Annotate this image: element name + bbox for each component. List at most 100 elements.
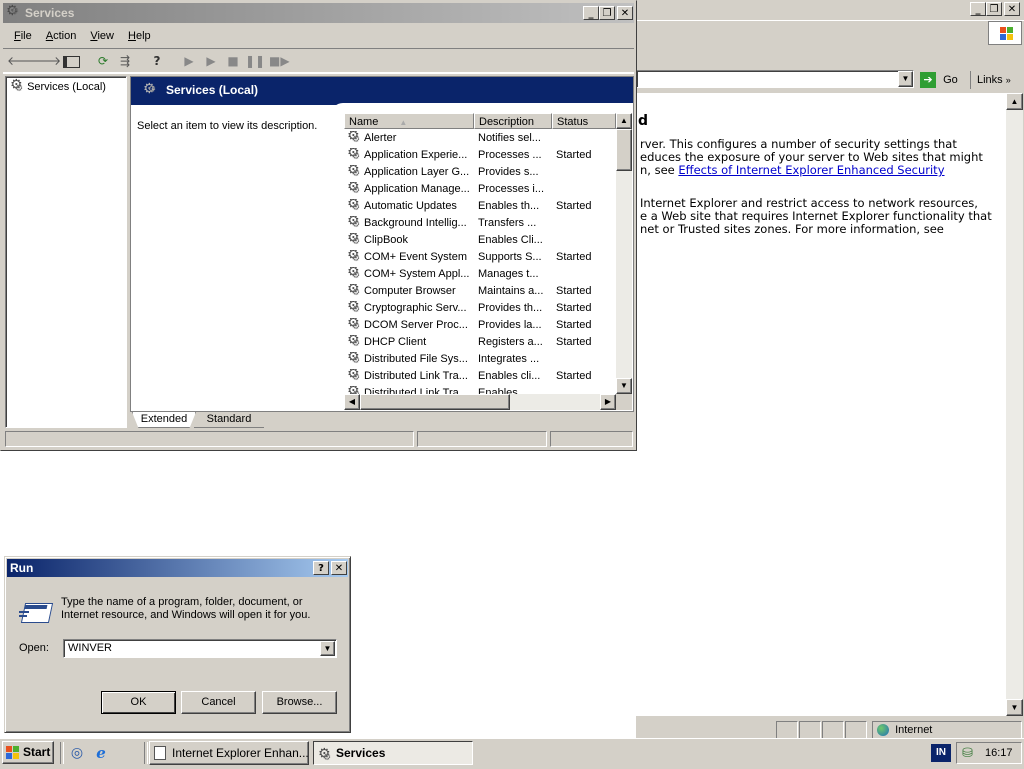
pause-service-icon[interactable]: ❚❚ xyxy=(245,51,265,71)
services-maximize-button[interactable]: ❐ xyxy=(599,6,615,20)
run-ok-button[interactable]: OK xyxy=(101,691,176,714)
list-hscroll-thumb[interactable] xyxy=(360,394,510,410)
service-row[interactable]: ClipBook Enables Cli... xyxy=(344,232,616,249)
list-scroll-up-icon[interactable]: ▲ xyxy=(616,113,632,129)
service-name: Application Experie... xyxy=(364,149,468,161)
service-row[interactable]: COM+ Event System Supports S... Started xyxy=(344,249,616,266)
service-row[interactable]: Background Intellig... Transfers ... xyxy=(344,215,616,232)
ie-links-button[interactable]: Links » xyxy=(970,71,1020,89)
ie-paragraph-2: Internet Explorer and restrict access to… xyxy=(640,196,992,236)
service-row[interactable]: Automatic Updates Enables th... Started xyxy=(344,198,616,215)
service-description: Enables cli... xyxy=(478,370,541,382)
forward-arrow-icon[interactable]: 🡒 xyxy=(29,51,61,71)
service-name: Distributed Link Tra... xyxy=(364,387,468,394)
run-title-bar[interactable]: Run xyxy=(7,559,348,577)
run-close-button[interactable]: ✕ xyxy=(331,561,347,575)
column-header-status[interactable]: Status xyxy=(552,113,616,129)
service-status: Started xyxy=(556,200,592,212)
list-scroll-down-icon[interactable]: ▼ xyxy=(616,378,632,394)
start-service-icon[interactable]: ▶ xyxy=(179,51,199,71)
service-row[interactable]: Distributed File Sys... Integrates ... xyxy=(344,351,616,368)
service-gear-icon xyxy=(347,369,361,383)
ie-close-button[interactable]: ✕ xyxy=(1004,2,1020,16)
run-cancel-button[interactable]: Cancel xyxy=(181,691,256,714)
services-title-bar[interactable]: Services xyxy=(3,3,634,23)
services-menu-bar: File Action View Help xyxy=(7,27,158,45)
menu-file[interactable]: File xyxy=(7,27,39,45)
services-close-button[interactable]: ✕ xyxy=(617,6,633,20)
service-row[interactable]: Cryptographic Serv... Provides th... Start… xyxy=(344,300,616,317)
enhanced-security-link[interactable]: Effects of Internet Explorer Enhanced Se… xyxy=(678,163,944,177)
refresh-icon[interactable]: ⟳ xyxy=(93,51,113,71)
service-description: Enables Cli... xyxy=(478,234,543,246)
service-row[interactable]: Application Experie... Processes ... Start… xyxy=(344,147,616,164)
ie-go-button[interactable]: ➔ Go xyxy=(920,71,968,89)
scroll-up-arrow-icon[interactable]: ▲ xyxy=(1006,93,1023,110)
ie-vertical-scrollbar[interactable]: ▲ ▼ xyxy=(1006,93,1023,716)
service-row[interactable]: Alerter Notifies sel... xyxy=(344,130,616,147)
internet-explorer-quicklaunch-icon[interactable]: e xyxy=(92,744,110,762)
ie-status-bar: Internet xyxy=(636,719,1024,739)
show-hide-tree-icon[interactable] xyxy=(61,51,81,71)
run-browse-button[interactable]: Browse... xyxy=(262,691,337,714)
services-detail-pane: Services (Local) Select an item to view … xyxy=(130,76,634,412)
service-row[interactable]: Distributed Link Tra... Enables ... xyxy=(344,385,616,394)
list-horizontal-scrollbar[interactable]: ◀ ▶ xyxy=(344,394,616,410)
task-internet-explorer[interactable]: Internet Explorer Enhan... xyxy=(149,741,309,765)
list-vertical-scrollbar[interactable]: ▲ ▼ xyxy=(616,113,632,394)
service-row[interactable]: Computer Browser Maintains a... Started xyxy=(344,283,616,300)
service-status: Started xyxy=(556,251,592,263)
service-description: Manages t... xyxy=(478,268,539,280)
task-services[interactable]: Services xyxy=(313,741,473,765)
ie-maximize-button[interactable]: ❐ xyxy=(986,2,1002,16)
service-row[interactable]: Distributed Link Tra... Enables cli... Sta… xyxy=(344,368,616,385)
run-help-button[interactable]: ? xyxy=(313,561,329,575)
services-minimize-button[interactable]: _ xyxy=(583,6,599,20)
tab-standard[interactable]: Standard xyxy=(194,412,264,428)
service-row[interactable]: COM+ System Appl... Manages t... xyxy=(344,266,616,283)
run-description: Type the name of a program, folder, docu… xyxy=(61,596,311,621)
service-row[interactable]: DCOM Server Proc... Provides la... Started xyxy=(344,317,616,334)
list-scroll-right-icon[interactable]: ▶ xyxy=(600,394,616,410)
back-arrow-icon[interactable]: 🡐 xyxy=(7,51,39,71)
scroll-down-arrow-icon[interactable]: ▼ xyxy=(1006,699,1023,716)
menu-view[interactable]: View xyxy=(83,27,121,45)
restart-service-icon[interactable]: ■▶ xyxy=(269,51,290,71)
language-indicator[interactable]: IN xyxy=(931,744,951,762)
run-dialog: Run ? ✕ Type the name of a program, fold… xyxy=(4,556,351,733)
chevron-right-icon: » xyxy=(1005,75,1011,85)
help-icon[interactable]: ? xyxy=(147,51,167,71)
tree-pane: Services (Local) xyxy=(5,76,127,428)
ie-minimize-button[interactable]: _ xyxy=(970,2,986,16)
menu-action[interactable]: Action xyxy=(39,27,84,45)
service-gear-icon xyxy=(347,301,361,315)
services-list[interactable]: Name ▲ Description Status Alerter Notifie… xyxy=(344,113,632,410)
start-button[interactable]: Start xyxy=(2,741,54,764)
run-title: Run xyxy=(10,561,34,575)
service-row[interactable]: Application Manage... Processes i... xyxy=(344,181,616,198)
menu-help[interactable]: Help xyxy=(121,27,158,45)
show-desktop-icon[interactable]: ◎ xyxy=(68,744,86,762)
stop-service-icon[interactable]: ■ xyxy=(223,51,243,71)
ie-address-dropdown-button[interactable]: ▼ xyxy=(898,71,913,87)
ie-title-bar xyxy=(636,0,1024,18)
windows-logo-icon xyxy=(988,21,1022,45)
service-name: Distributed Link Tra... xyxy=(364,370,468,382)
column-header-name[interactable]: Name ▲ xyxy=(344,113,474,129)
run-open-input[interactable]: WINVER xyxy=(63,639,337,658)
run-open-dropdown-button[interactable]: ▼ xyxy=(320,641,335,656)
description-hint: Select an item to view its description. xyxy=(137,120,318,132)
network-tray-icon[interactable]: ⛁ xyxy=(962,746,973,761)
column-header-description[interactable]: Description xyxy=(474,113,552,129)
ie-address-input[interactable] xyxy=(636,70,914,88)
service-row[interactable]: Application Layer G... Provides s... xyxy=(344,164,616,181)
tree-item-services-local[interactable]: Services (Local) xyxy=(10,77,106,97)
service-row[interactable]: DHCP Client Registers a... Started xyxy=(344,334,616,351)
start-service-alt-icon[interactable]: ▶ xyxy=(201,51,221,71)
ie-page-icon xyxy=(154,746,166,760)
list-scroll-thumb[interactable] xyxy=(616,129,632,171)
export-list-icon[interactable]: ⇶ xyxy=(115,51,135,71)
tab-extended[interactable]: Extended xyxy=(132,412,196,428)
list-scroll-left-icon[interactable]: ◀ xyxy=(344,394,360,410)
ie-status-zone: Internet xyxy=(872,721,1022,739)
